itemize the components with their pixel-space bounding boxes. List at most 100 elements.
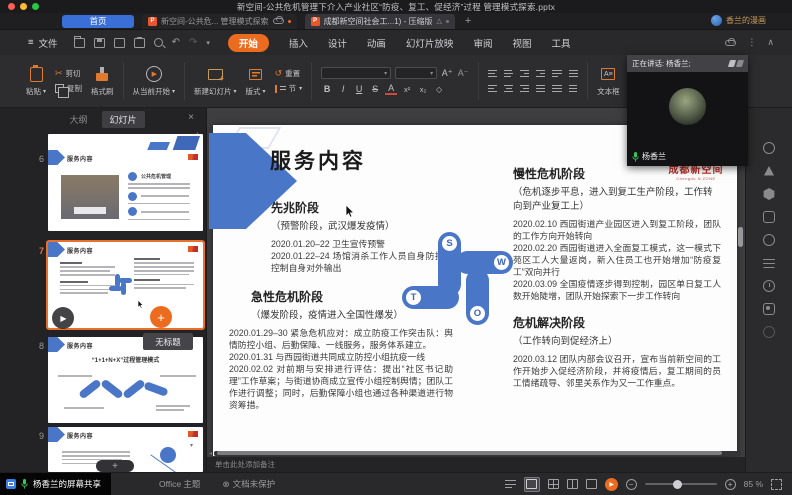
zoom-level[interactable]: 85 % (744, 479, 763, 489)
panel-close-icon[interactable]: × (188, 112, 194, 123)
cloud-upload-icon[interactable] (725, 40, 736, 46)
slide-thumbnail-6[interactable]: 服务内容 公共危机管理 (48, 150, 203, 231)
new-tab-button[interactable]: + (465, 15, 471, 27)
add-slide-fab[interactable]: + (150, 306, 172, 328)
numbering-icon[interactable] (504, 68, 513, 79)
notes-toggle-icon[interactable] (505, 479, 516, 489)
tab-home[interactable]: 开始 (228, 34, 269, 52)
tab-design[interactable]: 设计 (328, 36, 347, 50)
slide-library-icon[interactable] (763, 211, 775, 223)
meeting-header[interactable]: 正在讲话: 杨香兰; (627, 55, 748, 72)
cut-button[interactable]: ✂剪切 (55, 68, 82, 79)
format-painter-button[interactable]: 格式刷 (91, 65, 114, 97)
zoom-in-button[interactable]: + (725, 479, 736, 490)
collapse-ribbon-icon[interactable]: ∧ (767, 37, 774, 48)
layout-button[interactable]: 版式▾ (246, 65, 266, 97)
customize-caret-icon[interactable]: ▾ (206, 39, 210, 47)
italic-button[interactable]: I (337, 84, 349, 94)
clear-format-button[interactable]: ◇ (433, 85, 445, 94)
align-right-icon[interactable] (520, 84, 529, 95)
notes-bar[interactable]: 单击此处添加备注 (207, 457, 745, 472)
font-size-select[interactable]: ▾ (395, 67, 437, 79)
vertical-scrollbar-thumb[interactable] (738, 227, 743, 247)
normal-view-button[interactable] (524, 477, 540, 492)
account-area[interactable]: 香兰的漫画 (711, 15, 766, 26)
open-icon[interactable] (74, 38, 85, 48)
thumb-scroll-down-button[interactable]: ▾ (190, 442, 193, 449)
new-slide-button[interactable]: 新建幻灯片▾ (194, 65, 237, 97)
decrease-indent-icon[interactable] (520, 68, 529, 79)
section-button[interactable]: 节▾ (275, 83, 303, 94)
distribute-icon[interactable] (552, 84, 562, 95)
justify-icon[interactable] (536, 84, 545, 95)
picture-icon[interactable] (763, 303, 775, 315)
tab-slides[interactable]: 幻灯片 (102, 111, 145, 128)
tab-outline[interactable]: 大纲 (61, 111, 95, 128)
zoom-out-button[interactable]: − (626, 479, 637, 490)
meeting-overlay[interactable]: 正在讲话: 杨香兰; 杨香兰 (627, 55, 748, 166)
minimize-window-button[interactable] (20, 3, 27, 10)
tab-slideshow[interactable]: 幻灯片放映 (406, 36, 454, 50)
screen-share-badge[interactable]: 杨香兰的屏幕共享 (0, 473, 111, 495)
design-tools-icon[interactable] (763, 165, 775, 177)
print-icon[interactable] (134, 38, 145, 48)
increase-indent-icon[interactable] (536, 68, 545, 79)
play-slideshow-button[interactable]: ▶ (605, 478, 618, 491)
scrollbar-thumb[interactable] (217, 451, 722, 455)
reset-button[interactable]: ↺重置 (275, 68, 303, 79)
text-box-button[interactable]: A≡ 文本框 (597, 65, 620, 97)
tab-insert[interactable]: 插入 (289, 36, 308, 50)
theme-label[interactable]: Office 主题 (159, 478, 200, 490)
add-slide-button[interactable]: + (96, 460, 134, 472)
home-tab[interactable]: 首页 (62, 15, 134, 28)
history-icon[interactable] (763, 280, 775, 292)
play-from-current-button[interactable]: ▶ 从当前开始▾ (133, 65, 176, 97)
maximize-window-button[interactable] (32, 3, 39, 10)
bold-button[interactable]: B (321, 84, 333, 94)
strikethrough-button[interactable]: S (369, 84, 381, 94)
bullets-icon[interactable] (488, 68, 497, 79)
horizontal-scrollbar[interactable]: ◂ (209, 450, 741, 456)
fullscreen-icon[interactable] (771, 479, 782, 490)
scrollbar-track[interactable] (214, 451, 741, 456)
protection-status[interactable]: ⊗ 文档未保护 (222, 478, 275, 490)
document-tab-1[interactable]: P 新空间-公共危... 管理模式探索 (142, 14, 297, 29)
document-tab-2-active[interactable]: P 成都新空间社会工...1) - 压缩版 △ (305, 14, 455, 29)
undo-icon[interactable]: ↶ (172, 37, 180, 48)
zoom-slider-thumb[interactable] (673, 480, 682, 489)
close-window-button[interactable] (8, 3, 15, 10)
more-menu-icon[interactable]: ⋮ (747, 37, 756, 48)
underline-button[interactable]: U (353, 84, 365, 94)
font-family-select[interactable]: ▾ (321, 67, 391, 79)
sync-icon[interactable] (763, 142, 775, 154)
grow-font-button[interactable]: A⁺ (441, 68, 453, 79)
text-direction-icon[interactable] (552, 68, 562, 79)
material-icon[interactable] (763, 326, 775, 338)
export-icon[interactable] (114, 38, 125, 48)
adjust-settings-icon[interactable] (763, 257, 775, 269)
scroll-left-button[interactable]: ◂ (209, 450, 212, 457)
slideshow-view-icon[interactable] (586, 479, 597, 489)
preview-icon[interactable] (154, 38, 163, 47)
shrink-font-button[interactable]: A⁻ (457, 68, 469, 79)
align-left-icon[interactable] (488, 84, 497, 95)
thumbnail-play-button[interactable]: ▶ (52, 307, 74, 329)
paste-button[interactable]: 粘贴▾ (26, 65, 46, 97)
line-spacing-icon[interactable] (569, 84, 577, 95)
tab-view[interactable]: 视图 (512, 36, 531, 50)
slide-surface[interactable]: 服务内容 成都新空间 Chengdu N.ZONE 先兆阶段 （预警阶段，武汉爆… (213, 125, 737, 456)
tab-animation[interactable]: 动画 (367, 36, 386, 50)
align-center-icon[interactable] (504, 84, 513, 95)
tab-tools[interactable]: 工具 (551, 36, 570, 50)
effects-icon[interactable] (763, 188, 775, 200)
file-menu[interactable]: ≡ 文件 (28, 36, 58, 50)
redo-icon[interactable]: ↷ (189, 37, 197, 48)
save-icon[interactable] (94, 38, 105, 48)
columns-icon[interactable] (569, 68, 578, 79)
slide-sorter-view-icon[interactable] (548, 479, 559, 489)
font-color-button[interactable]: A (385, 83, 397, 95)
superscript-button[interactable]: x² (401, 85, 413, 94)
copy-button[interactable]: 复制 (55, 83, 82, 94)
beautify-icon[interactable] (763, 234, 775, 246)
tab-review[interactable]: 审阅 (473, 36, 492, 50)
